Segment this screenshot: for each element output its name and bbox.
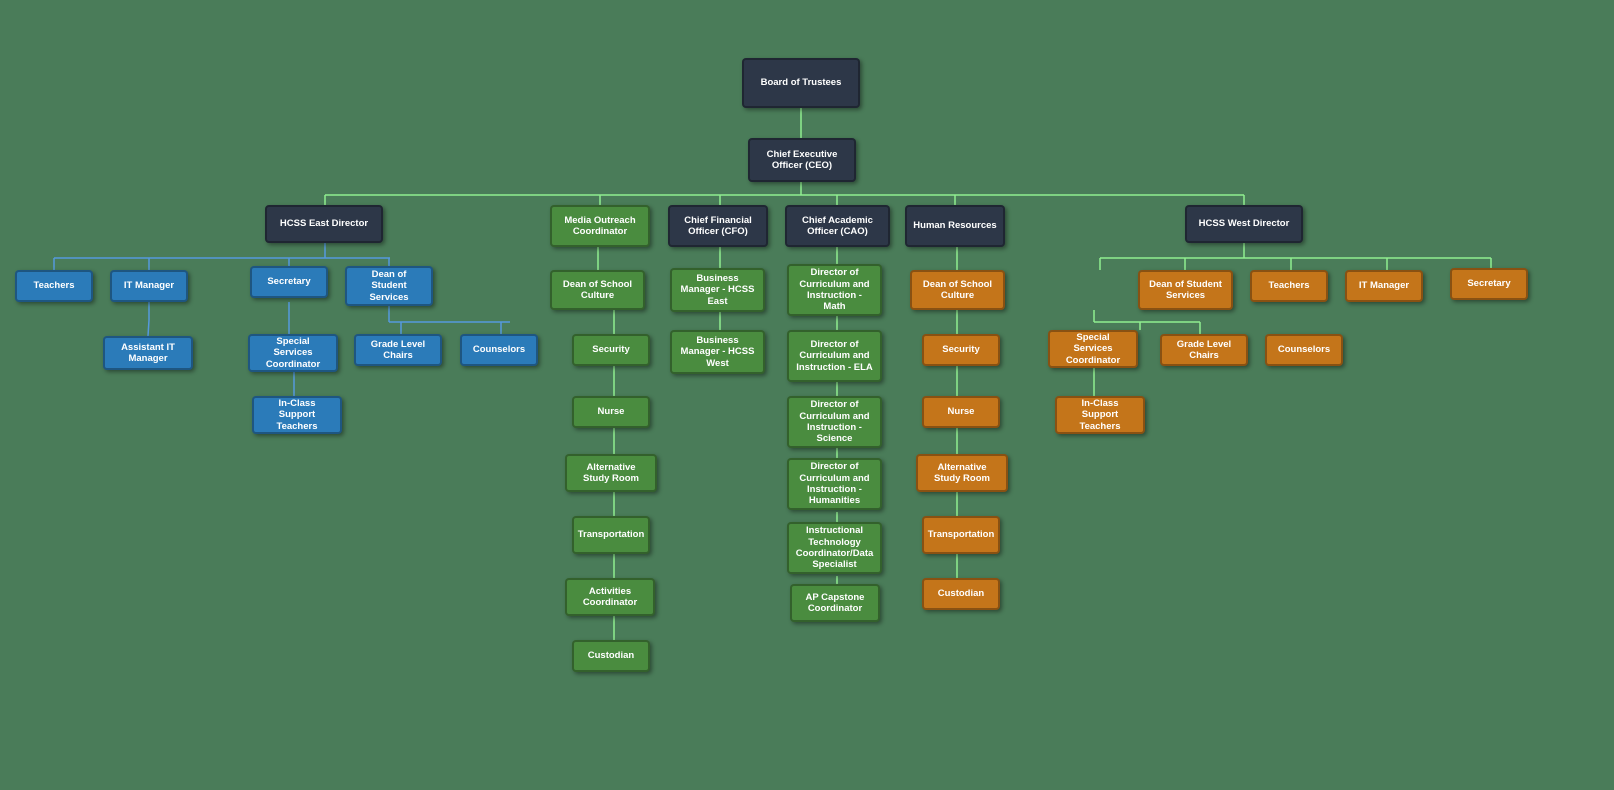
dir-curriculum-hum: Director of Curriculum and Instruction -…: [787, 458, 882, 510]
teachers-west: Teachers: [1250, 270, 1328, 302]
dean-student-services-east: Dean of Student Services: [345, 266, 433, 306]
grade-level-chairs-east: Grade Level Chairs: [354, 334, 442, 366]
custodian-cfo: Custodian: [572, 640, 650, 672]
grade-level-chairs-west: Grade Level Chairs: [1160, 334, 1248, 366]
cao: Chief Academic Officer (CAO): [785, 205, 890, 247]
in-class-support-east: In-Class Support Teachers: [252, 396, 342, 434]
ceo: Chief Executive Officer (CEO): [748, 138, 856, 182]
special-services-east: Special Services Coordinator: [248, 334, 338, 372]
alt-study-hr: Alternative Study Room: [916, 454, 1008, 492]
security-hr: Security: [922, 334, 1000, 366]
biz-manager-west: Business Manager - HCSS West: [670, 330, 765, 374]
counselors-west: Counselors: [1265, 334, 1343, 366]
transportation-hr: Transportation: [922, 516, 1000, 554]
counselors-east: Counselors: [460, 334, 538, 366]
special-services-west: Special Services Coordinator: [1048, 330, 1138, 368]
org-chart: Board of Trustees Chief Executive Office…: [0, 0, 1614, 790]
in-class-support-west: In-Class Support Teachers: [1055, 396, 1145, 434]
it-manager-east: IT Manager: [110, 270, 188, 302]
dean-school-culture-hr: Dean of School Culture: [910, 270, 1005, 310]
it-manager-west: IT Manager: [1345, 270, 1423, 302]
dir-curriculum-ela: Director of Curriculum and Instruction -…: [787, 330, 882, 382]
nurse-hr: Nurse: [922, 396, 1000, 428]
hcss-west-director: HCSS West Director: [1185, 205, 1303, 243]
media-outreach: Media Outreach Coordinator: [550, 205, 650, 247]
activities-coordinator: Activities Coordinator: [565, 578, 655, 616]
dean-school-culture-cfo: Dean of School Culture: [550, 270, 645, 310]
nurse-cfo: Nurse: [572, 396, 650, 428]
security-cfo: Security: [572, 334, 650, 366]
human-resources: Human Resources: [905, 205, 1005, 247]
cfo: Chief Financial Officer (CFO): [668, 205, 768, 247]
dir-curriculum-sci: Director of Curriculum and Instruction -…: [787, 396, 882, 448]
alt-study-cfo: Alternative Study Room: [565, 454, 657, 492]
biz-manager-east: Business Manager - HCSS East: [670, 268, 765, 312]
board-of-trustees: Board of Trustees: [742, 58, 860, 108]
asst-it-east: Assistant IT Manager: [103, 336, 193, 370]
hcss-east-director: HCSS East Director: [265, 205, 383, 243]
secretary-west: Secretary: [1450, 268, 1528, 300]
secretary-east: Secretary: [250, 266, 328, 298]
inst-tech: Instructional Technology Coordinator/Dat…: [787, 522, 882, 574]
ap-capstone: AP Capstone Coordinator: [790, 584, 880, 622]
dean-student-services-west: Dean of Student Services: [1138, 270, 1233, 310]
custodian-hr: Custodian: [922, 578, 1000, 610]
transportation-cfo: Transportation: [572, 516, 650, 554]
dir-curriculum-math: Director of Curriculum and Instruction -…: [787, 264, 882, 316]
teachers-east: Teachers: [15, 270, 93, 302]
